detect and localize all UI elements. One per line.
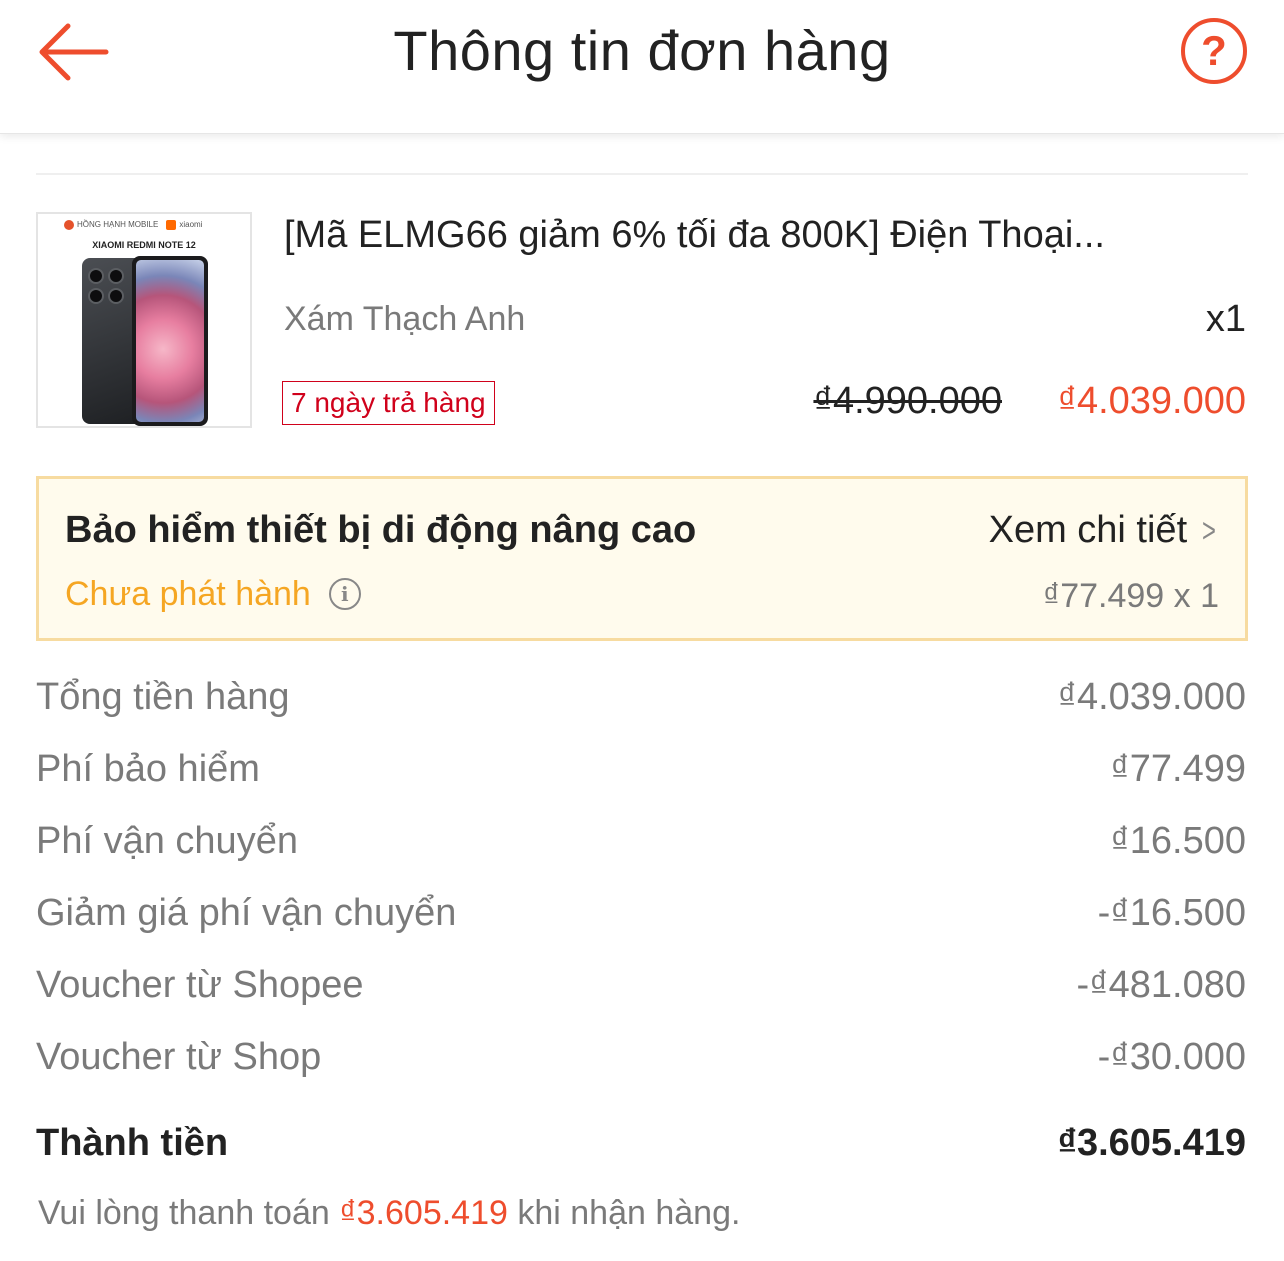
- thumb-brand2-text: xiaomi: [179, 220, 203, 230]
- payment-note: Vui lòng thanh toán ₫3.605.419 khi nhận …: [38, 1194, 740, 1233]
- product-variant: Xám Thạch Anh: [284, 300, 526, 338]
- summary-value: ₫16.500: [1110, 820, 1246, 862]
- thumb-brand: HỒNG HẠNH MOBILE xiaomi: [64, 220, 202, 230]
- summary-value: -₫30.000: [1097, 1036, 1246, 1078]
- summary-label: Phí vận chuyển: [36, 820, 298, 862]
- camera-lens: [108, 268, 124, 284]
- summary-row-insurance-fee: Phí bảo hiểm ₫77.499: [36, 748, 1246, 798]
- product-name[interactable]: [Mã ELMG66 giảm 6% tối đa 800K] Điện Tho…: [284, 214, 1244, 257]
- sale-price: ₫4.039.000: [1057, 380, 1246, 422]
- phone-screen: [136, 260, 204, 422]
- summary-value: ₫77.499: [1110, 748, 1246, 790]
- view-detail-link[interactable]: Xem chi tiết >: [989, 509, 1219, 552]
- summary-row-shopee-voucher: Voucher từ Shopee -₫481.080: [36, 964, 1246, 1014]
- summary-row-shipping-discount: Giảm giá phí vận chuyển -₫16.500: [36, 892, 1246, 942]
- summary-value: ₫4.039.000: [1057, 676, 1246, 718]
- return-policy-badge: 7 ngày trả hàng: [282, 381, 495, 425]
- total-label: Thành tiền: [36, 1122, 229, 1164]
- camera-lens: [88, 288, 104, 304]
- xiaomi-logo-icon: [166, 220, 177, 230]
- thumb-model: XIAOMI REDMI NOTE 12: [92, 240, 196, 250]
- summary-label: Voucher từ Shopee: [36, 964, 364, 1006]
- question-circle-icon: ?: [1201, 27, 1227, 74]
- summary-label: Giảm giá phí vận chuyển: [36, 892, 457, 934]
- original-price: ₫4.990.000: [813, 380, 1002, 422]
- summary-row-total: Thành tiền ₫3.605.419: [36, 1122, 1246, 1172]
- total-value: ₫3.605.419: [1057, 1122, 1246, 1164]
- camera-lens: [88, 268, 104, 284]
- product-image[interactable]: HỒNG HẠNH MOBILE xiaomi XIAOMI REDMI NOTE…: [36, 212, 252, 428]
- summary-value: -₫16.500: [1097, 892, 1246, 934]
- payment-note-prefix: Vui lòng thanh toán: [38, 1194, 340, 1232]
- summary-label: Phí bảo hiểm: [36, 748, 260, 790]
- summary-row-subtotal: Tổng tiền hàng ₫4.039.000: [36, 676, 1246, 726]
- thumb-brand-text: HỒNG HẠNH MOBILE: [77, 220, 159, 230]
- divider: [36, 173, 1248, 175]
- summary-label: Voucher từ Shop: [36, 1036, 322, 1078]
- camera-lens: [108, 288, 124, 304]
- insurance-price: ₫77.499 x 1: [1042, 577, 1219, 615]
- summary-value: -₫481.080: [1076, 964, 1246, 1006]
- page-title: Thông tin đơn hàng: [393, 19, 891, 82]
- summary-label: Tổng tiền hàng: [36, 676, 290, 718]
- phone-front-image: [132, 256, 208, 426]
- product-quantity: x1: [1205, 298, 1246, 340]
- payment-note-amount: ₫3.605.419: [339, 1194, 508, 1232]
- payment-note-suffix: khi nhận hàng.: [507, 1194, 741, 1232]
- insurance-status-text: Chưa phát hành: [65, 575, 311, 613]
- info-icon[interactable]: i: [328, 578, 361, 610]
- insurance-card[interactable]: Bảo hiểm thiết bị di động nâng cao Xem c…: [36, 476, 1248, 641]
- chevron-right-icon: >: [1202, 512, 1217, 550]
- summary-row-shipping-fee: Phí vận chuyển ₫16.500: [36, 820, 1246, 870]
- insurance-title: Bảo hiểm thiết bị di động nâng cao: [65, 509, 697, 551]
- brand-logo-icon: [64, 220, 74, 230]
- help-button[interactable]: ?: [1181, 18, 1247, 84]
- insurance-status: Chưa phát hành i: [65, 575, 361, 614]
- view-detail-label: Xem chi tiết: [988, 509, 1188, 551]
- summary-row-shop-voucher: Voucher từ Shop -₫30.000: [36, 1036, 1246, 1086]
- header-bar: Thông tin đơn hàng ?: [0, 0, 1284, 134]
